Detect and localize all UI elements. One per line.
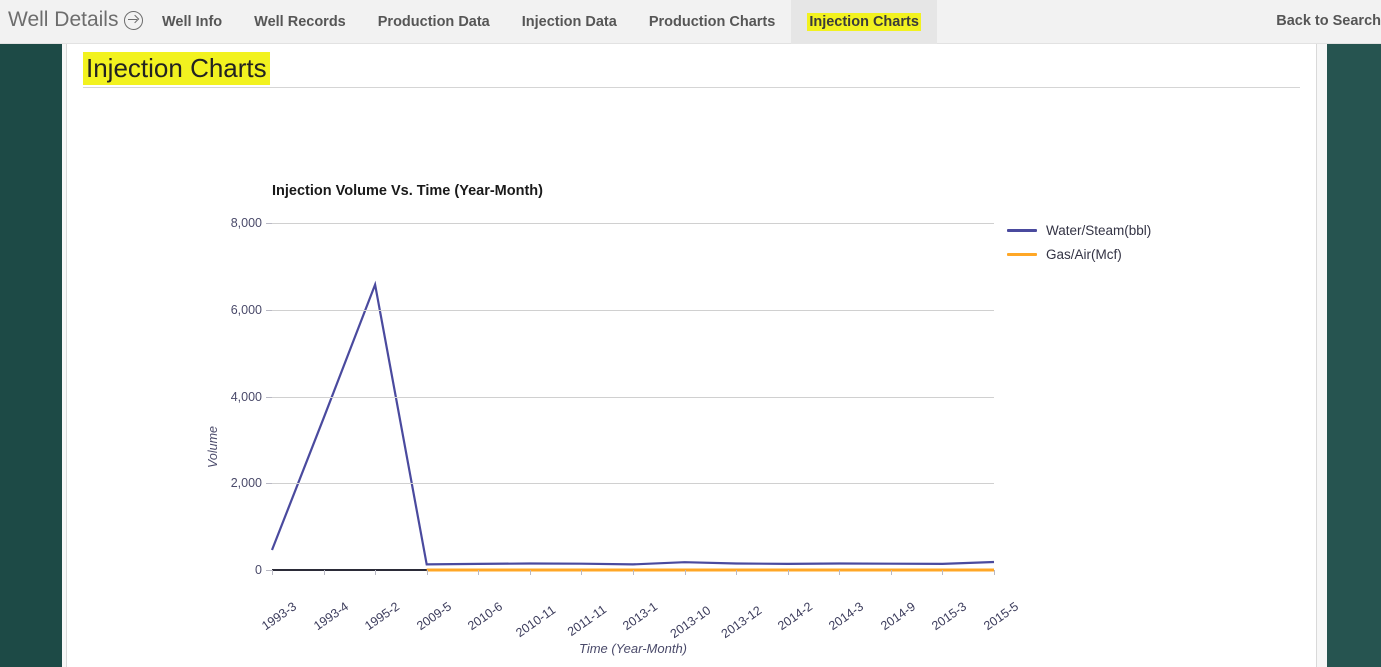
x-tick-label: 2010-11 bbox=[513, 602, 559, 641]
gridline bbox=[272, 396, 994, 398]
arrow-circle-right-icon bbox=[124, 10, 144, 30]
brand-label: Well Details bbox=[8, 8, 119, 31]
tab-label: Well Info bbox=[162, 14, 223, 30]
gridline bbox=[272, 309, 994, 311]
tab-production-data[interactable]: Production Data bbox=[362, 0, 506, 44]
x-tick-mark bbox=[323, 570, 325, 575]
x-tick-mark bbox=[529, 570, 531, 575]
legend-item[interactable]: Water/Steam(bbl) bbox=[1007, 218, 1151, 242]
legend-swatch-icon bbox=[1007, 252, 1037, 256]
series-line-1 bbox=[272, 285, 994, 565]
x-tick-mark bbox=[787, 570, 789, 575]
x-tick-mark bbox=[942, 570, 944, 575]
x-tick-label: 2013-1 bbox=[620, 599, 661, 634]
y-axis-title: Volume bbox=[206, 426, 220, 468]
tab-label: Injection Charts bbox=[807, 13, 921, 31]
x-tick-mark bbox=[890, 570, 892, 575]
x-tick-label: 2015-5 bbox=[981, 599, 1022, 634]
y-tick-label: 4,000 bbox=[230, 389, 262, 404]
x-tick-mark bbox=[581, 570, 583, 575]
x-tick-label: 2013-12 bbox=[718, 603, 765, 642]
legend-label: Water/Steam(bbl) bbox=[1046, 222, 1152, 238]
x-tick-mark bbox=[272, 570, 273, 575]
y-tick-mark bbox=[266, 223, 272, 224]
x-tick-label: 1995-2 bbox=[362, 599, 403, 634]
injection-chart: Injection Volume Vs. Time (Year-Month) V… bbox=[67, 45, 1316, 667]
navbar-tab-list: Well Info Well Records Production Data Inje… bbox=[146, 0, 937, 44]
x-tick-label: 2014-3 bbox=[826, 599, 867, 634]
x-tick-mark bbox=[839, 570, 841, 575]
x-tick-label: 1993-3 bbox=[259, 599, 300, 634]
y-tick-mark bbox=[266, 309, 272, 311]
x-tick-label: 2014-9 bbox=[877, 599, 918, 634]
top-navbar: Well Details Well Info Well Records Produc… bbox=[0, 0, 1381, 44]
plot-area: 0 2,000 4,000 6,000 8,000 1993-3 1993-4 1995-2 2… bbox=[231, 216, 1021, 641]
tab-injection-charts[interactable]: Injection Charts bbox=[791, 0, 937, 44]
x-tick-mark bbox=[633, 570, 634, 575]
gridline bbox=[272, 483, 994, 485]
brand-well-details[interactable]: Well Details bbox=[8, 8, 144, 32]
tab-label: Injection Data bbox=[521, 14, 617, 30]
x-tick-label: 2009-5 bbox=[413, 599, 454, 634]
x-tick-label: 2014-2 bbox=[774, 599, 815, 634]
gridline bbox=[272, 223, 994, 224]
y-tick-label: 8,000 bbox=[230, 216, 262, 230]
content-panel: Injection Charts Injection Volume Vs. Ti… bbox=[67, 45, 1316, 667]
x-tick-label: 2011-11 bbox=[565, 602, 610, 639]
x-tick-mark bbox=[478, 570, 480, 575]
tab-injection-data[interactable]: Injection Data bbox=[506, 0, 633, 44]
x-tick-label: 2015-3 bbox=[929, 599, 970, 634]
y-tick-label: 0 bbox=[255, 563, 262, 577]
tab-label: Production Data bbox=[377, 14, 490, 30]
x-tick-mark bbox=[426, 570, 428, 575]
y-tick-mark bbox=[266, 483, 272, 485]
x-tick-mark bbox=[736, 570, 738, 575]
x-tick-label: 2013-10 bbox=[667, 603, 713, 642]
chart-title: Injection Volume Vs. Time (Year-Month) bbox=[272, 183, 543, 199]
y-tick-label: 2,000 bbox=[230, 476, 262, 491]
tab-production-charts[interactable]: Production Charts bbox=[633, 0, 791, 44]
tab-label: Production Charts bbox=[648, 14, 776, 30]
y-tick-label: 6,000 bbox=[230, 302, 262, 317]
x-tick-mark bbox=[375, 570, 377, 575]
x-axis-title: Time (Year-Month) bbox=[578, 641, 688, 656]
tab-well-info[interactable]: Well Info bbox=[146, 0, 238, 44]
x-tick-mark bbox=[994, 570, 995, 575]
x-tick-mark bbox=[684, 570, 686, 575]
x-tick-label: 1993-4 bbox=[310, 599, 351, 634]
y-tick-mark bbox=[266, 396, 272, 398]
legend-item[interactable]: Gas/Air(Mcf) bbox=[1007, 242, 1151, 266]
tab-well-records[interactable]: Well Records bbox=[238, 0, 362, 44]
legend-swatch-icon bbox=[1007, 228, 1037, 232]
content-panel-right-border bbox=[1316, 44, 1317, 667]
chart-legend: Water/Steam(bbl) Gas/Air(Mcf) bbox=[1007, 218, 1151, 266]
back-to-search-link[interactable]: Back to Search bbox=[1276, 13, 1381, 29]
x-tick-label: 2010-6 bbox=[465, 599, 506, 634]
legend-label: Gas/Air(Mcf) bbox=[1046, 246, 1122, 262]
tab-label: Well Records bbox=[254, 14, 346, 30]
